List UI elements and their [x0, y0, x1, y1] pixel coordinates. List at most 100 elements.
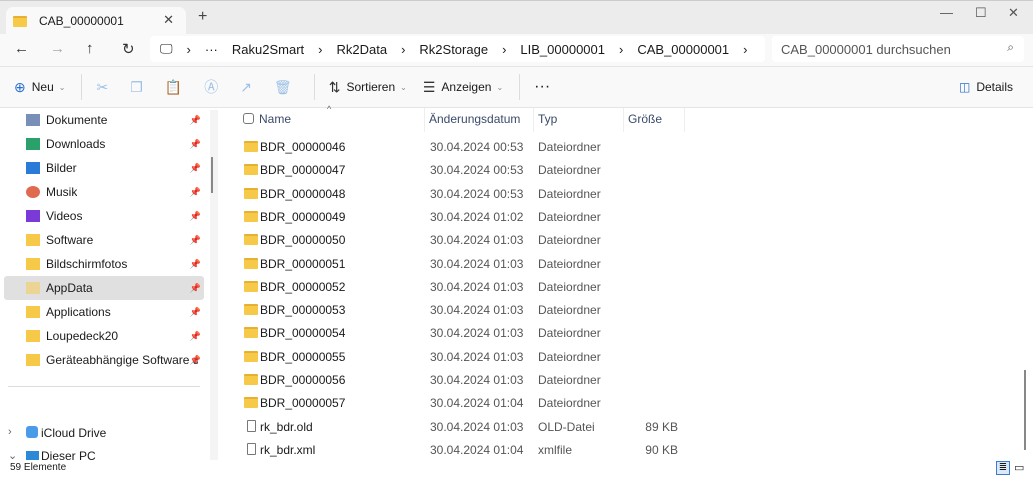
- column-header-date[interactable]: Änderungsdatum: [429, 112, 520, 126]
- file-type: Dateiordner: [538, 396, 601, 411]
- file-name: BDR_00000046: [260, 140, 346, 154]
- share-icon[interactable]: ↗: [240, 79, 252, 96]
- sidebar-item[interactable]: Bilder 📌: [4, 156, 204, 180]
- icloud-icon: [26, 426, 38, 438]
- column-divider[interactable]: [533, 108, 534, 132]
- file-row[interactable]: BDR_00000049 30.04.2024 01:02 Dateiordner: [238, 206, 1018, 229]
- refresh-button[interactable]: ↻: [122, 40, 135, 58]
- search-input[interactable]: CAB_00000001 durchsuchen ⌕: [772, 36, 1024, 62]
- sidebar-item[interactable]: Loupedeck20 📌: [4, 324, 204, 348]
- back-button[interactable]: ←: [14, 40, 29, 57]
- pin-icon: 📌: [189, 114, 201, 125]
- forward-button[interactable]: →: [50, 40, 65, 57]
- breadcrumb-item[interactable]: CAB_00000001: [637, 42, 729, 57]
- pictures-icon: [26, 162, 40, 174]
- maximize-button[interactable]: ☐: [975, 5, 987, 21]
- minimize-button[interactable]: —: [940, 5, 953, 20]
- sidebar-item[interactable]: Dokumente 📌: [4, 108, 204, 132]
- copy-icon[interactable]: ❐: [130, 79, 143, 96]
- details-pane-icon: ◫: [958, 80, 971, 94]
- up-button[interactable]: ↑: [86, 40, 94, 57]
- column-divider[interactable]: [684, 108, 685, 132]
- sidebar-item[interactable]: Bildschirmfotos 📌: [4, 252, 204, 276]
- folder-icon: [244, 164, 258, 176]
- videos-icon: [26, 210, 40, 222]
- tab-cab[interactable]: CAB_00000001 ✕: [6, 7, 186, 35]
- paste-icon[interactable]: 📋: [165, 79, 182, 96]
- file-row[interactable]: BDR_00000051 30.04.2024 01:03 Dateiordner: [238, 253, 1018, 276]
- pin-icon: 📌: [189, 258, 201, 269]
- close-window-button[interactable]: ✕: [1008, 5, 1019, 21]
- sidebar-item[interactable]: Software 📌: [4, 228, 204, 252]
- column-divider[interactable]: [424, 108, 425, 132]
- sidebar-item-this-pc[interactable]: Dieser PC: [41, 449, 96, 460]
- delete-icon[interactable]: 🗑: [274, 79, 292, 96]
- new-tab-button[interactable]: +: [198, 8, 207, 26]
- breadcrumb-item[interactable]: LIB_00000001: [520, 42, 605, 57]
- new-button[interactable]: ⊕ Neu ⌄: [14, 79, 65, 96]
- sidebar-item-label: Applications: [46, 305, 111, 319]
- file-type: Dateiordner: [538, 279, 601, 294]
- tab-title: CAB_00000001: [39, 14, 124, 28]
- file-row[interactable]: BDR_00000056 30.04.2024 01:03 Dateiordner: [238, 369, 1018, 392]
- sidebar-item[interactable]: Musik 📌: [4, 180, 204, 204]
- search-icon: ⌕: [1007, 40, 1014, 54]
- address-bar[interactable]: 🖵 › ··· Raku2Smart › Rk2Data › Rk2Storage ›…: [150, 36, 765, 62]
- folder-icon: [26, 258, 40, 270]
- sidebar-scrollbar-thumb[interactable]: [211, 157, 213, 193]
- file-row[interactable]: BDR_00000050 30.04.2024 01:03 Dateiordner: [238, 229, 1018, 252]
- file-type: Dateiordner: [538, 303, 601, 318]
- folder-icon: [244, 397, 258, 409]
- item-count: 59 Elemente: [10, 462, 67, 473]
- file-row[interactable]: BDR_00000046 30.04.2024 00:53 Dateiordner: [238, 136, 1018, 159]
- file-row[interactable]: BDR_00000047 30.04.2024 00:53 Dateiordner: [238, 159, 1018, 182]
- sort-button[interactable]: ⇅ Sortieren ⌄: [329, 79, 407, 96]
- sidebar-item[interactable]: Videos 📌: [4, 204, 204, 228]
- details-view-button[interactable]: ≣: [996, 461, 1010, 475]
- column-header-size[interactable]: Größe: [628, 112, 662, 126]
- file-list-scrollbar-thumb[interactable]: [1024, 370, 1026, 450]
- file-row[interactable]: BDR_00000053 30.04.2024 01:03 Dateiordner: [238, 299, 1018, 322]
- file-row[interactable]: BDR_00000054 30.04.2024 01:03 Dateiordner: [238, 322, 1018, 345]
- file-row[interactable]: rk_bdr.old 30.04.2024 01:03 OLD-Datei 89 KB: [238, 416, 1018, 439]
- file-date: 30.04.2024 01:03: [430, 373, 524, 387]
- file-date: 30.04.2024 01:03: [430, 256, 524, 271]
- sidebar-item[interactable]: AppData 📌: [4, 276, 204, 300]
- sidebar-item[interactable]: Geräteabhängige Software und 📌: [4, 348, 204, 372]
- file-date: 30.04.2024 01:03: [430, 279, 524, 294]
- sidebar-item-icloud[interactable]: iCloud Drive: [41, 426, 106, 440]
- file-size: 89 KB: [645, 419, 678, 434]
- folder-icon: [13, 15, 27, 27]
- breadcrumb-item[interactable]: Raku2Smart: [232, 42, 304, 57]
- sort-label: Sortieren: [346, 80, 396, 94]
- more-options-button[interactable]: ···: [534, 78, 550, 96]
- sidebar-item-label: AppData: [46, 281, 93, 295]
- column-header-type[interactable]: Typ: [538, 112, 557, 126]
- file-type: Dateiordner: [538, 256, 601, 271]
- select-all-checkbox[interactable]: [243, 113, 254, 124]
- chevron-right-icon: ›: [186, 41, 191, 57]
- cut-icon[interactable]: ✂: [96, 79, 108, 96]
- music-icon: [26, 186, 40, 198]
- pin-icon: 📌: [189, 234, 201, 245]
- file-date: 30.04.2024 01:03: [430, 233, 524, 248]
- breadcrumb-item[interactable]: Rk2Storage: [419, 42, 488, 57]
- file-row[interactable]: BDR_00000052 30.04.2024 01:03 Dateiordner: [238, 276, 1018, 299]
- breadcrumb-item[interactable]: Rk2Data: [336, 42, 387, 57]
- rename-icon[interactable]: Ⓐ: [204, 77, 218, 97]
- details-button[interactable]: ◫ Details: [959, 80, 1013, 94]
- tiles-view-button[interactable]: ▭: [1014, 461, 1024, 474]
- close-tab-icon[interactable]: ✕: [163, 12, 174, 28]
- more-locations-icon[interactable]: ···: [205, 42, 218, 57]
- column-header-name[interactable]: Name: [259, 112, 291, 126]
- file-row[interactable]: BDR_00000048 30.04.2024 00:53 Dateiordner: [238, 183, 1018, 206]
- sidebar-item[interactable]: Downloads 📌: [4, 132, 204, 156]
- file-row[interactable]: rk_bdr.xml 30.04.2024 01:04 xmlfile 90 KB: [238, 439, 1018, 462]
- column-divider[interactable]: [623, 108, 624, 132]
- view-button[interactable]: ☰ Anzeigen ⌄: [423, 79, 503, 96]
- file-row[interactable]: BDR_00000055 30.04.2024 01:03 Dateiordner: [238, 346, 1018, 369]
- file-row[interactable]: BDR_00000057 30.04.2024 01:04 Dateiordner: [238, 392, 1018, 415]
- file-date: 30.04.2024 00:53: [430, 140, 524, 154]
- expand-chevron-icon[interactable]: ›: [8, 426, 12, 438]
- sidebar-item[interactable]: Applications 📌: [4, 300, 204, 324]
